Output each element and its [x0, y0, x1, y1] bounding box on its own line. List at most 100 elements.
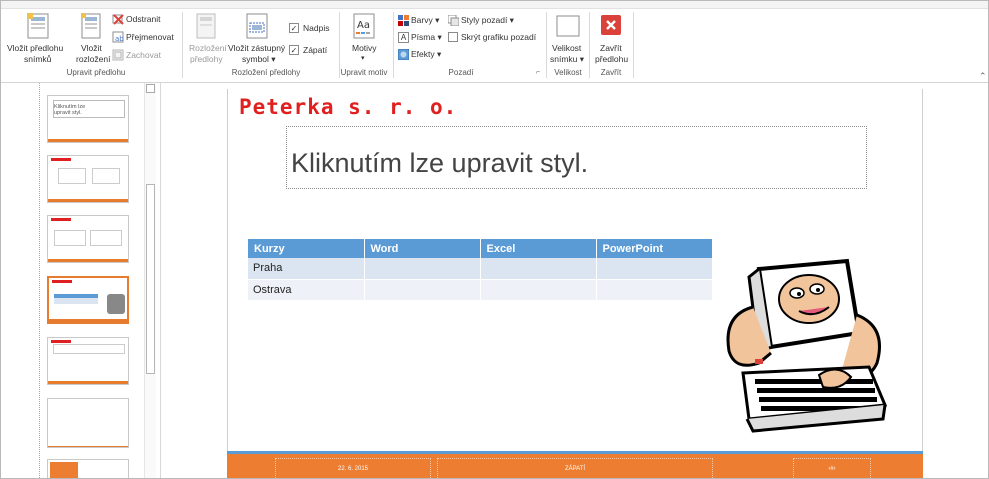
courses-table[interactable]: Kurzy Word Excel PowerPoint Praha Ostrav… — [248, 239, 713, 301]
preserve-icon — [112, 49, 124, 61]
thumbnail-clipart — [107, 294, 125, 314]
table-row: Praha — [248, 258, 713, 280]
company-name[interactable]: Peterka s. r. o. — [239, 95, 457, 119]
table-cell[interactable] — [596, 258, 713, 280]
background-styles-icon — [448, 15, 459, 26]
close-master-view-label-2: předlohu — [595, 54, 629, 64]
hide-background-graphics-checkbox[interactable]: Skrýt grafiku pozadí — [448, 32, 544, 44]
thumbnail-footer-bar — [48, 139, 128, 142]
effects-label: Efekty ▾ — [411, 49, 442, 59]
preserve-label: Zachovat — [126, 50, 161, 60]
slide-thumbnail[interactable] — [47, 155, 129, 203]
group-label-size: Velikost — [554, 68, 582, 77]
themes-icon: Aa — [353, 13, 375, 39]
table-cell[interactable] — [596, 279, 713, 301]
close-icon — [601, 15, 621, 35]
scrollbar-thumb[interactable] — [146, 184, 155, 374]
slide-thumbnail[interactable] — [47, 215, 129, 263]
colors-label: Barvy ▾ — [411, 15, 440, 25]
slide-master-icon — [27, 13, 49, 39]
thumbnail-footer-bar — [49, 319, 127, 322]
group-label-edit-theme: Upravit motiv — [340, 68, 388, 77]
background-dialog-launcher-icon[interactable]: ⌐ — [536, 69, 540, 76]
master-layout-icon — [196, 13, 216, 39]
themes-button[interactable]: Aa Motivy ▾ — [344, 13, 384, 65]
insert-layout-label-1: Vložit — [81, 43, 102, 53]
thumbnail-header — [51, 340, 71, 343]
scroll-up-arrow-icon[interactable] — [146, 84, 155, 93]
table-cell[interactable] — [480, 279, 597, 301]
slide-number-placeholder[interactable]: ‹#› — [793, 458, 871, 478]
slide-size-label-2: snímku ▾ — [550, 54, 585, 64]
table-cell[interactable]: Praha — [248, 258, 365, 280]
rename-label: Přejmenovat — [126, 32, 174, 42]
table-cell[interactable]: Ostrava — [248, 279, 365, 301]
thumbnail-placeholder — [53, 344, 125, 354]
thumbnail-header — [51, 158, 71, 161]
thumbnail-footer-bar — [48, 199, 128, 202]
fonts-label: Písma ▾ — [411, 32, 442, 42]
thumbnail-table-rows — [54, 298, 98, 304]
ribbon: Vložit předlohu snímků Vložit rozložení … — [1, 1, 988, 83]
group-label-edit-master: Upravit předlohu — [66, 68, 126, 77]
collapse-ribbon-icon[interactable]: ⌃ — [979, 71, 987, 82]
slide-thumbnail-selected[interactable] — [47, 276, 129, 324]
thumbnail-placeholder — [53, 100, 125, 118]
footers-checkbox[interactable]: ✓ Zápatí — [289, 45, 339, 57]
slide-size-label-1: Velikost — [552, 43, 582, 53]
table-cell[interactable] — [364, 279, 481, 301]
title-checkbox[interactable]: ✓ Nadpis — [289, 23, 339, 35]
layout-icon — [81, 13, 101, 39]
table-header-row: Kurzy Word Excel PowerPoint — [248, 239, 713, 258]
master-connector-line — [39, 83, 40, 478]
slide-thumbnail[interactable]: Kliknutím lze upravit styl. — [47, 95, 129, 143]
checkbox-checked-icon: ✓ — [289, 23, 299, 33]
effects-button[interactable]: Efekty ▾ — [398, 49, 446, 61]
insert-slide-master-button[interactable]: Vložit předlohu snímků — [7, 13, 69, 65]
title-checkbox-label: Nadpis — [303, 23, 330, 33]
close-master-view-button[interactable]: Zavřít předlohu — [593, 13, 629, 65]
insert-layout-button[interactable]: Vložit rozložení — [74, 13, 111, 65]
thumbnail-header — [51, 218, 71, 221]
slide-size-icon — [556, 15, 580, 37]
powerpoint-window: Vložit předlohu snímků Vložit rozložení … — [0, 0, 989, 479]
rename-button[interactable]: ab Přejmenovat — [112, 31, 178, 44]
delete-label: Odstranit — [126, 14, 161, 24]
master-layout-label-1: Rozložení — [189, 43, 227, 53]
themes-label: Motivy — [352, 43, 377, 53]
computer-clipart-image[interactable] — [719, 255, 891, 433]
thumbnail-footer-bar — [48, 259, 128, 262]
title-placeholder-text: Kliknutím lze upravit styl. — [291, 148, 589, 178]
group-label-master-layout: Rozložení předlohy — [231, 68, 301, 77]
footer-placeholder[interactable]: ZÁPATÍ — [437, 458, 713, 478]
insert-slide-master-label-2: snímků — [24, 54, 52, 64]
footers-checkbox-label: Zápatí — [303, 45, 328, 55]
insert-placeholder-label-2: symbol ▾ — [242, 54, 276, 64]
date-placeholder[interactable]: 22. 6. 2015 — [275, 458, 431, 478]
delete-button[interactable]: Odstranit — [112, 13, 172, 26]
hide-background-graphics-label: Skrýt grafiku pozadí — [461, 32, 537, 42]
background-styles-button[interactable]: Styly pozadí ▾ — [448, 15, 528, 27]
table-cell[interactable] — [364, 258, 481, 280]
placeholder-icon — [246, 13, 268, 39]
insert-layout-label-2: rozložení — [76, 54, 111, 64]
slide-thumbnail[interactable] — [47, 459, 129, 478]
insert-placeholder-button[interactable]: Vložit zástupný symbol ▾ — [228, 13, 288, 65]
table-cell[interactable] — [480, 258, 597, 280]
slide-thumbnail[interactable] — [47, 398, 129, 448]
slide-size-button[interactable]: Velikost snímku ▾ — [549, 13, 587, 65]
fonts-button[interactable]: A Písma ▾ — [398, 32, 446, 44]
preserve-button[interactable]: Zachovat — [112, 49, 172, 62]
master-layout-label-2: předlohy — [190, 54, 223, 64]
slide-thumbnail-panel: Kliknutím lze upravit styl. — [1, 83, 161, 478]
slide-thumbnail[interactable] — [47, 337, 129, 385]
svg-text:ab: ab — [115, 35, 124, 43]
checkbox-checked-icon: ✓ — [289, 45, 299, 55]
master-layout-button: Rozložení předlohy — [187, 13, 227, 65]
colors-button[interactable]: Barvy ▾ — [398, 15, 446, 27]
thumbnail-orange-block — [50, 462, 78, 478]
table-header-cell: PowerPoint — [596, 239, 713, 258]
close-master-view-label-1: Zavřít — [600, 43, 622, 53]
table-header-cell: Word — [364, 239, 481, 258]
themes-dropdown-icon: ▾ — [361, 55, 365, 62]
